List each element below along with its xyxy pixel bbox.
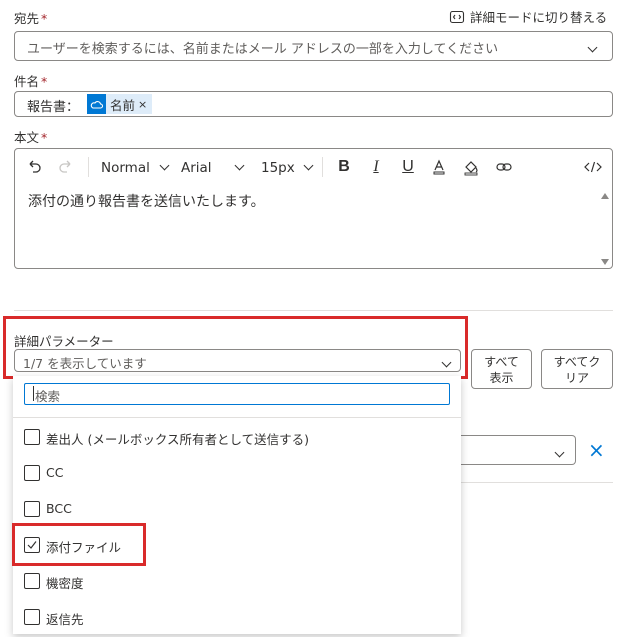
scroll-up-icon[interactable]: [601, 193, 609, 199]
italic-icon[interactable]: I: [367, 158, 385, 176]
highlight-color-icon[interactable]: [462, 158, 480, 180]
remove-field-icon[interactable]: ×: [588, 440, 605, 460]
section-divider: [14, 310, 613, 311]
to-label: 宛先 *: [14, 11, 48, 26]
show-all-button[interactable]: すべて 表示: [471, 349, 532, 389]
body-text[interactable]: 添付の通り報告書を送信いたします。: [28, 191, 265, 211]
checkbox[interactable]: [24, 501, 40, 517]
text-cursor: [33, 386, 34, 401]
option-reply-to[interactable]: 返信先: [13, 603, 461, 633]
subject-prefix-text: 報告書：: [27, 100, 80, 115]
bold-icon[interactable]: B: [335, 158, 353, 176]
link-icon[interactable]: [495, 158, 513, 180]
undo-icon[interactable]: [25, 158, 43, 180]
font-family-select[interactable]: Arial: [181, 160, 245, 176]
body-label: 本文 *: [14, 130, 48, 145]
option-from[interactable]: 差出人 (メールボックス所有者として送信する): [13, 423, 461, 453]
subject-input[interactable]: 報告書： 名前 ×: [14, 91, 613, 117]
checkbox[interactable]: [24, 465, 40, 481]
to-input[interactable]: ユーザーを検索するには、名前またはメール アドレスの一部を入力してください: [14, 31, 613, 61]
underline-icon[interactable]: U: [399, 158, 417, 176]
parameters-dropdown: 検索 差出人 (メールボックス所有者として送信する) CC BCC 添付ファイル…: [13, 376, 461, 634]
chevron-down-icon: [234, 160, 245, 171]
checkbox[interactable]: [24, 573, 40, 589]
to-placeholder: ユーザーを検索するには、名前またはメール アドレスの一部を入力してください: [27, 42, 499, 57]
highlight-box-attachment: [12, 523, 146, 566]
checkbox[interactable]: [24, 609, 40, 625]
switch-advanced-mode-link[interactable]: 詳細モードに切り替える: [449, 7, 607, 26]
chevron-down-icon[interactable]: [554, 445, 565, 460]
subject-label: 件名 *: [14, 74, 48, 89]
scroll-down-icon[interactable]: [601, 259, 609, 265]
dynamic-content-token[interactable]: 名前 ×: [87, 94, 153, 114]
paragraph-style-select[interactable]: Normal: [101, 160, 170, 176]
clear-all-button[interactable]: すべてク リア: [541, 349, 613, 389]
code-view-icon[interactable]: [583, 158, 603, 180]
chevron-down-icon: [303, 160, 314, 171]
token-label: 名前: [110, 97, 136, 113]
option-sensitivity[interactable]: 機密度: [13, 567, 461, 597]
chevron-down-icon[interactable]: [587, 40, 598, 55]
toolbar-divider: [322, 157, 323, 177]
onedrive-icon: [87, 94, 106, 114]
highlight-box-advanced: [3, 316, 468, 379]
dropdown-search-input[interactable]: 検索: [24, 383, 450, 405]
code-edit-icon: [449, 10, 465, 23]
body-editor[interactable]: Normal Arial 15px B I U 添付の通り報告書を送信いたします…: [14, 148, 613, 269]
checkbox[interactable]: [24, 429, 40, 445]
search-placeholder: 検索: [35, 389, 61, 404]
chevron-down-icon: [159, 160, 170, 171]
font-size-select[interactable]: 15px: [261, 160, 314, 176]
token-remove-icon[interactable]: ×: [138, 98, 147, 111]
dropdown-divider: [13, 417, 461, 418]
option-cc[interactable]: CC: [13, 459, 461, 489]
section-divider: [461, 482, 613, 483]
option-bcc[interactable]: BCC: [13, 495, 461, 525]
toolbar-divider: [88, 157, 89, 177]
font-color-icon[interactable]: [430, 158, 448, 180]
redo-icon[interactable]: [57, 158, 75, 180]
